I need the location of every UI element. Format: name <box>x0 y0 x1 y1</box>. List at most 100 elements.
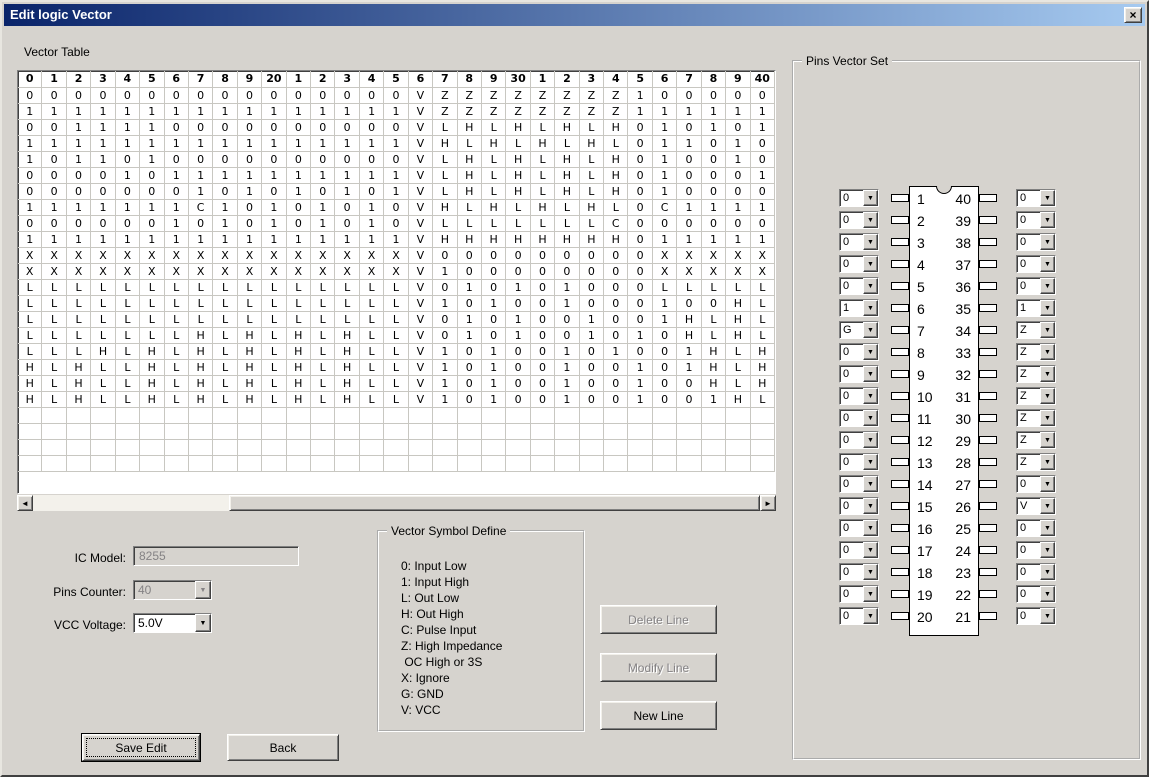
vector-cell[interactable]: 0 <box>677 184 701 200</box>
vector-cell[interactable]: Z <box>433 88 457 104</box>
vector-cell[interactable]: 1 <box>653 168 677 184</box>
vector-cell[interactable]: 0 <box>506 296 530 312</box>
vector-cell[interactable]: L <box>262 344 286 360</box>
vector-cell[interactable]: 1 <box>311 168 335 184</box>
vector-cell[interactable]: 1 <box>67 104 91 120</box>
vector-cell[interactable]: 0 <box>433 328 457 344</box>
vector-cell[interactable]: 0 <box>702 136 726 152</box>
vector-cell[interactable]: X <box>702 264 726 280</box>
vector-cell[interactable]: L <box>18 312 42 328</box>
pin-13-select[interactable]: 0▼ <box>839 453 879 471</box>
vector-cell-empty[interactable] <box>262 408 286 424</box>
table-hscrollbar[interactable]: ◄ ► <box>17 495 776 511</box>
vector-cell-empty[interactable] <box>653 440 677 456</box>
vector-cell[interactable]: 1 <box>726 200 750 216</box>
vector-cell[interactable]: L <box>189 280 213 296</box>
vector-cell[interactable]: X <box>751 264 775 280</box>
vector-cell-empty[interactable] <box>140 440 164 456</box>
vector-cell[interactable]: 0 <box>42 168 66 184</box>
vector-cell[interactable]: X <box>140 264 164 280</box>
vector-cell[interactable]: 1 <box>751 200 775 216</box>
vector-cell[interactable]: H <box>238 344 262 360</box>
chevron-down-icon[interactable]: ▼ <box>863 366 878 382</box>
vector-cell[interactable]: 1 <box>555 360 579 376</box>
vector-cell[interactable]: 1 <box>726 232 750 248</box>
vector-cell[interactable]: L <box>18 344 42 360</box>
vector-cell[interactable]: 1 <box>311 136 335 152</box>
vector-cell[interactable]: 0 <box>18 184 42 200</box>
vector-cell[interactable]: 1 <box>628 392 652 408</box>
chevron-down-icon[interactable]: ▼ <box>1040 322 1055 338</box>
vector-cell-empty[interactable] <box>506 456 530 472</box>
vector-cell[interactable]: L <box>165 312 189 328</box>
vector-cell[interactable]: H <box>238 360 262 376</box>
vector-cell[interactable]: L <box>335 296 359 312</box>
vector-cell[interactable]: H <box>580 232 604 248</box>
vector-cell[interactable]: L <box>67 312 91 328</box>
vector-cell-empty[interactable] <box>384 408 408 424</box>
vector-cell-empty[interactable] <box>262 456 286 472</box>
pin-33-select[interactable]: Z▼ <box>1016 343 1056 361</box>
vector-cell[interactable]: X <box>311 248 335 264</box>
vector-cell[interactable]: L <box>311 328 335 344</box>
vector-cell[interactable]: 1 <box>262 168 286 184</box>
vector-cell[interactable]: Z <box>555 104 579 120</box>
vector-cell[interactable]: L <box>751 328 775 344</box>
vector-cell[interactable]: L <box>360 280 384 296</box>
vector-cell[interactable]: L <box>482 120 506 136</box>
vector-cell[interactable]: 0 <box>702 216 726 232</box>
vector-cell[interactable]: 1 <box>165 168 189 184</box>
vector-cell[interactable]: 0 <box>702 88 726 104</box>
vector-cell[interactable]: L <box>555 216 579 232</box>
vector-cell[interactable]: L <box>42 360 66 376</box>
vector-cell[interactable]: 1 <box>18 152 42 168</box>
vector-cell[interactable]: H <box>726 312 750 328</box>
pin-25-select[interactable]: 0▼ <box>1016 519 1056 537</box>
vector-cell[interactable]: 0 <box>628 152 652 168</box>
vector-cell[interactable]: L <box>702 312 726 328</box>
vector-cell[interactable]: X <box>677 264 701 280</box>
vector-cell[interactable]: 0 <box>18 168 42 184</box>
vector-cell[interactable]: L <box>433 120 457 136</box>
vector-cell[interactable]: 0 <box>628 264 652 280</box>
vector-cell[interactable]: H <box>18 392 42 408</box>
vector-cell-empty[interactable] <box>433 408 457 424</box>
vector-cell[interactable]: H <box>506 168 530 184</box>
chevron-down-icon[interactable]: ▼ <box>1040 300 1055 316</box>
vector-cell[interactable]: 0 <box>677 168 701 184</box>
vector-cell[interactable]: L <box>116 344 140 360</box>
vector-cell[interactable]: L <box>384 296 408 312</box>
vector-cell-empty[interactable] <box>726 456 750 472</box>
vector-cell-empty[interactable] <box>116 408 140 424</box>
vector-cell[interactable]: L <box>335 312 359 328</box>
vector-cell[interactable]: L <box>262 296 286 312</box>
vector-cell-empty[interactable] <box>189 408 213 424</box>
vector-cell[interactable]: V <box>409 232 433 248</box>
vector-cell[interactable]: L <box>91 360 115 376</box>
vector-cell[interactable]: 1 <box>91 136 115 152</box>
vector-cell[interactable]: H <box>531 136 555 152</box>
vector-cell[interactable]: L <box>18 328 42 344</box>
vector-cell-empty[interactable] <box>409 408 433 424</box>
vector-cell[interactable]: L <box>91 328 115 344</box>
pin-3-select[interactable]: 0▼ <box>839 233 879 251</box>
vector-cell-empty[interactable] <box>580 424 604 440</box>
chevron-down-icon[interactable]: ▼ <box>1040 564 1055 580</box>
vector-cell[interactable]: L <box>384 312 408 328</box>
vector-cell-empty[interactable] <box>531 440 555 456</box>
vector-cell[interactable]: Z <box>531 104 555 120</box>
vector-cell[interactable]: 0 <box>653 392 677 408</box>
vector-cell[interactable]: 0 <box>604 312 628 328</box>
vector-cell[interactable]: L <box>751 296 775 312</box>
vector-cell-empty[interactable] <box>555 440 579 456</box>
vector-cell[interactable]: H <box>189 360 213 376</box>
vector-cell[interactable]: L <box>213 360 237 376</box>
vector-cell-empty[interactable] <box>409 440 433 456</box>
vector-cell[interactable]: 1 <box>384 232 408 248</box>
vector-cell[interactable]: 0 <box>91 88 115 104</box>
vector-cell[interactable]: 0 <box>42 216 66 232</box>
vector-cell[interactable]: 0 <box>165 184 189 200</box>
vector-cell[interactable]: 0 <box>628 120 652 136</box>
vector-cell[interactable]: 1 <box>335 136 359 152</box>
vector-cell[interactable]: 1 <box>165 104 189 120</box>
